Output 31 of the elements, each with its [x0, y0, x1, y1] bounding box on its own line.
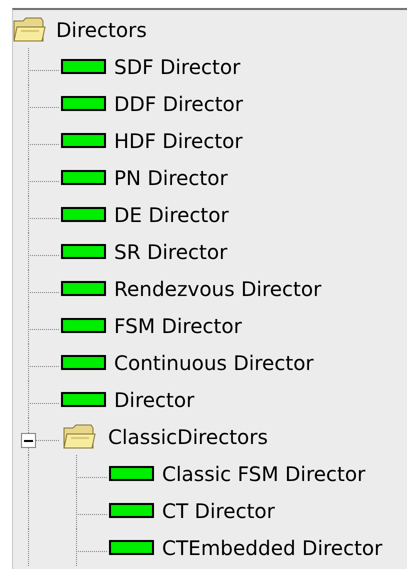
director-icon [61, 207, 106, 222]
director-icon [61, 244, 106, 259]
tree-item[interactable]: CTEmbedded Director [109, 538, 382, 558]
director-icon [61, 96, 106, 111]
director-icon [109, 503, 154, 518]
director-icon [61, 133, 106, 148]
director-icon [109, 540, 154, 555]
tree-item[interactable]: ClassicDirectors [61, 424, 268, 450]
tree-item[interactable]: Director [61, 390, 194, 410]
director-icon [61, 170, 106, 185]
tree-item[interactable]: FSM Director [61, 316, 242, 336]
tree-item[interactable]: Rendezvous Director [61, 278, 322, 298]
folder-icon [63, 424, 96, 450]
tree-item[interactable]: PN Director [61, 168, 228, 188]
director-icon [61, 355, 106, 370]
tree-item[interactable]: SDF Director [61, 56, 240, 76]
director-icon [61, 59, 106, 74]
tree-item[interactable]: Classic FSM Director [109, 464, 366, 484]
tree-item[interactable]: SR Director [61, 242, 228, 262]
folder-icon [13, 16, 46, 42]
tree-item[interactable]: DE Director [61, 204, 229, 224]
tree-item[interactable]: DDF Director [61, 94, 244, 114]
tree-item[interactable]: CT Director [109, 500, 275, 520]
director-icon [61, 281, 106, 296]
director-icon [61, 392, 106, 407]
tree-item[interactable]: HDF Director [61, 130, 243, 150]
tree-item[interactable]: Continuous Director [61, 352, 314, 372]
tree-item[interactable]: Directors [13, 16, 147, 42]
director-icon [61, 318, 106, 333]
collapse-toggle[interactable] [21, 433, 36, 448]
director-icon [109, 466, 154, 481]
